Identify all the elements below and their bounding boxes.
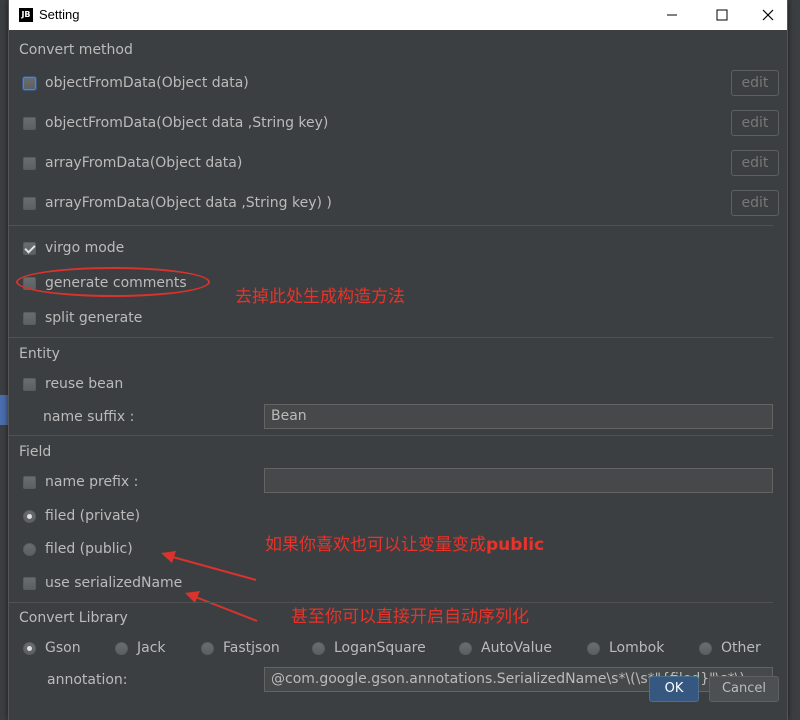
highlight-oval [16,267,210,297]
minimize-button[interactable] [649,0,695,30]
ide-left-edge [0,0,8,720]
name-suffix-input[interactable]: Bean [264,404,773,429]
divider [9,602,773,603]
filed-private-radio[interactable]: filed (private) [23,508,140,524]
remove-constructor-note: 去掉此处生成构造方法 [235,287,405,307]
method-label: arrayFromData(Object data) [45,155,243,171]
radio-button[interactable] [699,641,712,655]
checkbox-box[interactable] [23,196,36,210]
split-generate-checkbox[interactable]: split generate [23,310,142,326]
radio-button[interactable] [23,509,36,523]
name-prefix-input[interactable] [264,468,773,493]
convert-method-heading: Convert method [19,42,133,58]
name-suffix-label: name suffix : [43,409,135,425]
filed-private-label: filed (private) [45,508,141,524]
virgo-mode-checkbox[interactable]: virgo mode [23,240,124,256]
annotation-label: annotation: [47,672,128,688]
checkbox-box[interactable] [23,116,36,130]
maximize-button[interactable] [699,0,745,30]
cancel-button[interactable]: Cancel [709,676,779,702]
ok-button[interactable]: OK [649,676,699,702]
library-label: Jack [137,640,166,656]
radio-button[interactable] [312,641,325,655]
library-label: Gson [45,640,81,656]
ide-right-edge [786,0,800,720]
library-label: Other [721,640,761,656]
checkbox-box[interactable] [23,156,36,170]
filed-public-radio[interactable]: filed (public) [23,541,133,557]
method-arrayfromdata-key-checkbox[interactable]: arrayFromData(Object data ,String key) ) [23,195,332,211]
public-note-text: 如果你喜欢也可以让变量变成 [265,535,486,555]
use-serialized-name-checkbox[interactable]: use serializedName [23,575,182,591]
divider [9,337,773,338]
edit-button[interactable]: edit [731,190,779,216]
field-heading: Field [19,444,52,460]
reuse-bean-checkbox[interactable]: reuse bean [23,376,123,392]
radio-button[interactable] [587,641,600,655]
method-arrayfromdata-checkbox[interactable]: arrayFromData(Object data) [23,155,242,171]
library-label: Fastjson [223,640,280,656]
method-label: arrayFromData(Object data ,String key) ) [45,195,332,211]
edit-button[interactable]: edit [731,70,779,96]
checkbox-box[interactable] [23,576,36,590]
method-objectfromdata-checkbox[interactable]: objectFromData(Object data) [23,75,249,91]
split-generate-label: split generate [45,310,143,326]
checkbox-box[interactable] [23,377,36,391]
arrow-to-serialized-name [185,591,258,622]
minimize-icon [667,14,677,16]
method-label: objectFromData(Object data) [45,75,249,91]
divider [9,225,773,226]
radio-button[interactable] [23,641,36,655]
close-icon [762,9,774,21]
entity-heading: Entity [19,346,60,362]
use-serialized-name-label: use serializedName [45,575,183,591]
edit-button[interactable]: edit [731,110,779,136]
maximize-icon [716,9,728,21]
serialize-note: 甚至你可以直接开启自动序列化 [291,607,529,627]
checkbox-box[interactable] [23,311,36,325]
library-logansquare-radio[interactable]: LoganSquare [312,640,426,656]
library-label: LoganSquare [334,640,426,656]
name-prefix-label: name prefix : [45,474,139,490]
edit-button[interactable]: edit [731,150,779,176]
library-autovalue-radio[interactable]: AutoValue [459,640,552,656]
checkbox-box[interactable] [23,475,36,489]
checkbox-box[interactable] [23,241,36,255]
library-gson-radio[interactable]: Gson [23,640,81,656]
window-title: Setting [39,7,80,22]
filed-public-label: filed (public) [45,541,133,557]
dialog-content: Convert method objectFromData(Object dat… [9,30,787,720]
checkbox-box[interactable] [23,76,36,90]
setting-dialog: JB Setting Convert method objectFromData… [8,0,788,720]
divider [9,435,773,436]
radio-button[interactable] [115,641,128,655]
reuse-bean-label: reuse bean [45,376,124,392]
radio-button[interactable] [459,641,472,655]
virgo-mode-label: virgo mode [45,240,125,256]
public-note-keyword: public [486,535,545,555]
app-icon: JB [19,8,33,22]
title-bar[interactable]: JB Setting [9,0,787,30]
library-label: AutoValue [481,640,552,656]
library-jack-radio[interactable]: Jack [115,640,166,656]
ide-selection-strip [0,395,8,425]
convert-library-heading: Convert Library [19,610,128,626]
name-prefix-checkbox[interactable]: name prefix : [23,474,138,490]
library-fastjson-radio[interactable]: Fastjson [201,640,280,656]
library-lombok-radio[interactable]: Lombok [587,640,664,656]
public-note: 如果你喜欢也可以让变量变成public [265,530,544,555]
close-button[interactable] [745,0,791,30]
method-objectfromdata-key-checkbox[interactable]: objectFromData(Object data ,String key) [23,115,328,131]
radio-button[interactable] [201,641,214,655]
library-other-radio[interactable]: Other [699,640,761,656]
radio-button[interactable] [23,542,36,556]
method-label: objectFromData(Object data ,String key) [45,115,329,131]
library-label: Lombok [609,640,665,656]
